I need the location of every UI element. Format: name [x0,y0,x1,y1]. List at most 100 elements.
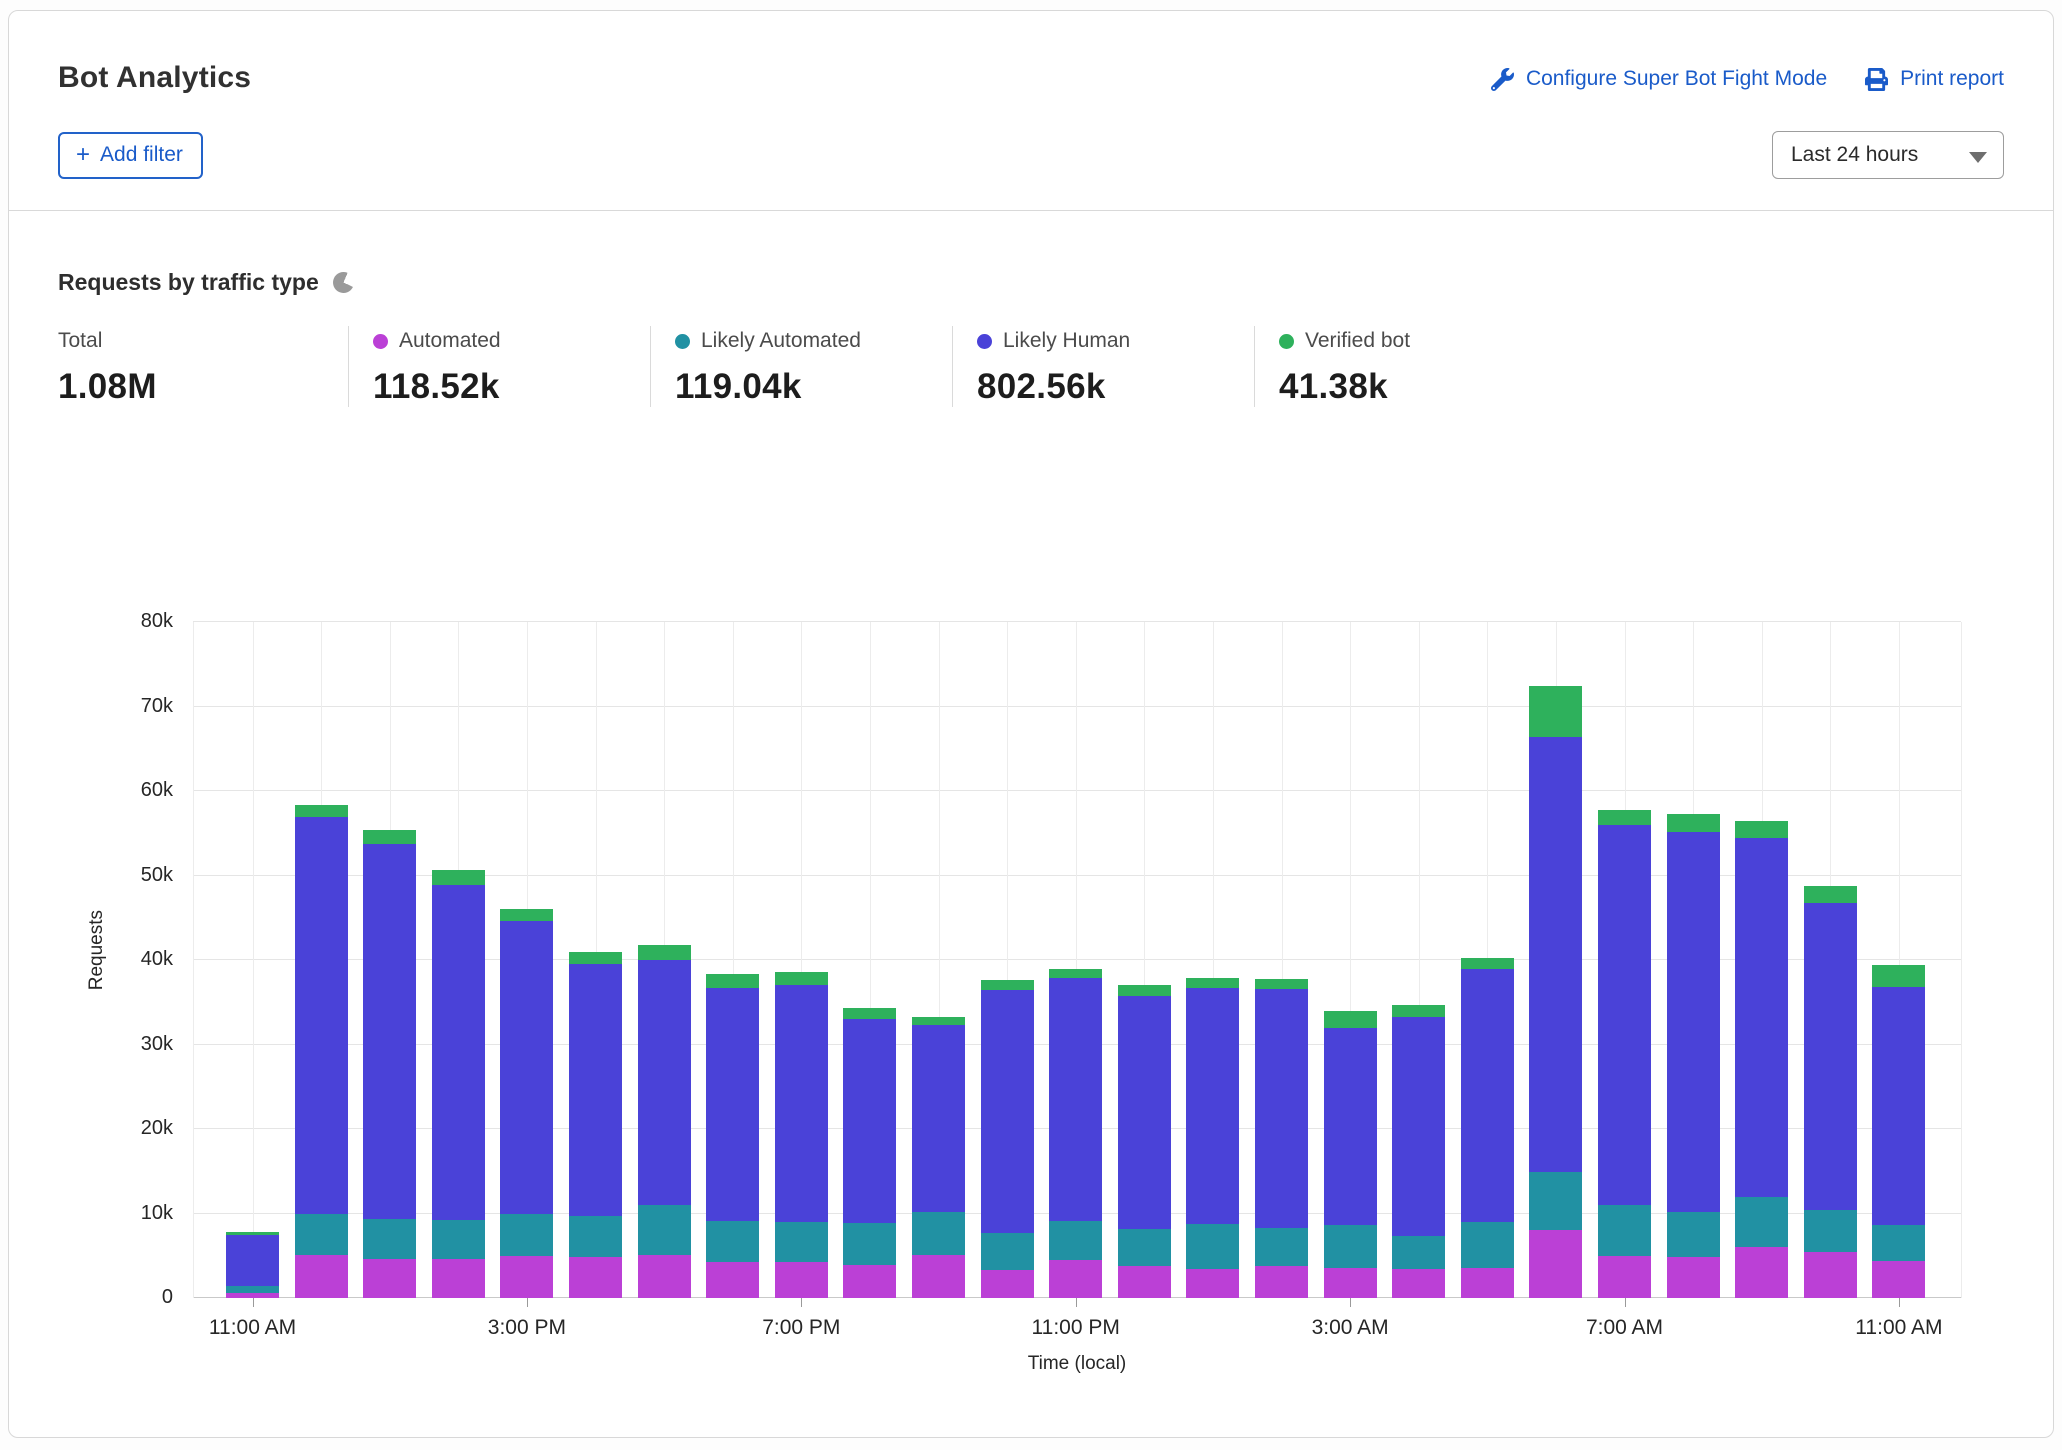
bar-segment-likely-human [432,885,485,1220]
section-title: Requests by traffic type [58,269,319,296]
bar-segment-likely-human [500,921,553,1214]
bar-segment-automated [1804,1252,1857,1298]
bar-900pm[interactable] [912,1017,965,1298]
bar-900am[interactable] [1735,821,1788,1298]
bar-segment-likely-human [1118,996,1171,1229]
x-axis-tick-mark [801,1298,802,1307]
bar-1000pm[interactable] [981,980,1034,1298]
bar-segment-likely-automated [432,1220,485,1259]
bar-segment-automated [843,1265,896,1298]
time-range-select[interactable]: Last 24 hours [1772,131,2004,179]
bar-segment-likely-human [363,844,416,1218]
bar-segment-likely-human [569,964,622,1216]
bar-1100pm[interactable] [1049,969,1102,1298]
bar-segment-likely-human [1598,825,1651,1205]
bar-100am[interactable] [1186,978,1239,1298]
bar-segment-verified-bot [1667,814,1720,832]
bar-500pm[interactable] [638,945,691,1298]
bar-segment-likely-human [1255,989,1308,1228]
bar-800pm[interactable] [843,1008,896,1298]
bar-600pm[interactable] [706,974,759,1298]
stat-total-value: 1.08M [58,367,348,407]
bar-segment-likely-automated [1667,1212,1720,1258]
bar-200am[interactable] [1255,979,1308,1298]
bar-700am[interactable] [1598,810,1651,1298]
print-report-link[interactable]: Print report [1865,67,2004,91]
bar-segment-verified-bot [1872,965,1925,987]
bar-segment-automated [1461,1268,1514,1298]
add-filter-label: Add filter [100,143,183,167]
x-axis-tick-label: 3:00 AM [1312,1316,1389,1340]
stat-likely-automated-label: Likely Automated [701,329,861,353]
bar-segment-verified-bot [1392,1005,1445,1018]
bar-1200am[interactable] [1118,985,1171,1298]
bar-100pm[interactable] [363,830,416,1298]
bar-1100am[interactable] [1872,965,1925,1298]
bar-1200pm[interactable] [295,805,348,1298]
bar-segment-likely-human [1392,1017,1445,1236]
add-filter-button[interactable]: + Add filter [58,132,203,179]
card-header: Bot Analytics Configure Super Bot Fight … [9,11,2053,179]
legend-dot-likely-automated [675,334,690,349]
bar-segment-verified-bot [1255,979,1308,989]
bar-400pm[interactable] [569,952,622,1298]
configure-link-label: Configure Super Bot Fight Mode [1526,67,1827,91]
bar-segment-automated [1529,1230,1582,1298]
bar-segment-automated [569,1257,622,1298]
bar-segment-verified-bot [1804,886,1857,904]
bar-segment-likely-automated [1049,1221,1102,1260]
bar-1100am[interactable] [226,1232,279,1298]
bar-300pm[interactable] [500,909,553,1298]
x-axis-tick-label: 7:00 AM [1586,1316,1663,1340]
bar-segment-verified-bot [843,1008,896,1019]
bar-segment-likely-automated [1598,1205,1651,1256]
bar-300am[interactable] [1324,1011,1377,1298]
page-title: Bot Analytics [58,61,251,95]
configure-super-bot-fight-mode-link[interactable]: Configure Super Bot Fight Mode [1491,67,1827,91]
stat-likely-human: Likely Human 802.56k [952,326,1254,407]
stats-row: Total 1.08M Automated 118.52k Likely Aut… [58,326,2004,407]
bar-segment-automated [1735,1247,1788,1298]
bar-segment-likely-automated [363,1219,416,1260]
bar-400am[interactable] [1392,1005,1445,1298]
bar-segment-automated [363,1259,416,1298]
bar-segment-likely-automated [226,1286,279,1293]
bar-segment-likely-human [1049,978,1102,1221]
bar-segment-automated [638,1255,691,1298]
bar-segment-likely-human [1735,838,1788,1198]
bar-segment-verified-bot [1735,821,1788,837]
bar-segment-likely-automated [1529,1172,1582,1230]
bar-700pm[interactable] [775,972,828,1298]
bar-segment-likely-human [1186,988,1239,1224]
bar-600am[interactable] [1529,686,1582,1298]
bar-segment-likely-automated [706,1221,759,1262]
x-axis-tick-label: 11:00 AM [209,1316,296,1340]
y-axis-tick-label: 40k [58,948,173,971]
time-range-value: Last 24 hours [1791,143,1918,167]
bar-segment-likely-human [1872,987,1925,1224]
bar-segment-likely-automated [1461,1222,1514,1268]
bar-segment-verified-bot [1461,958,1514,970]
bar-1000am[interactable] [1804,886,1857,1298]
y-axis-tick-label: 10k [58,1202,173,1225]
x-axis-tick-mark [1899,1298,1900,1307]
bar-segment-automated [1392,1269,1445,1298]
bar-segment-likely-automated [912,1212,965,1255]
bar-segment-likely-automated [638,1205,691,1255]
bar-segment-verified-bot [1324,1011,1377,1028]
bar-segment-likely-human [226,1235,279,1287]
x-axis-tick-mark [253,1298,254,1307]
bar-segment-likely-human [912,1025,965,1212]
bar-segment-likely-automated [981,1233,1034,1270]
stat-automated: Automated 118.52k [348,326,650,407]
bar-800am[interactable] [1667,814,1720,1298]
bar-200pm[interactable] [432,870,485,1298]
stat-likely-human-label: Likely Human [1003,329,1130,353]
bar-500am[interactable] [1461,958,1514,1299]
plot-area [193,622,1961,1298]
bar-segment-verified-bot [569,952,622,965]
bar-segment-verified-bot [981,980,1034,990]
y-axis-tick-label: 80k [58,610,173,633]
bar-segment-likely-human [1529,737,1582,1172]
bot-analytics-card: Bot Analytics Configure Super Bot Fight … [8,10,2054,1438]
